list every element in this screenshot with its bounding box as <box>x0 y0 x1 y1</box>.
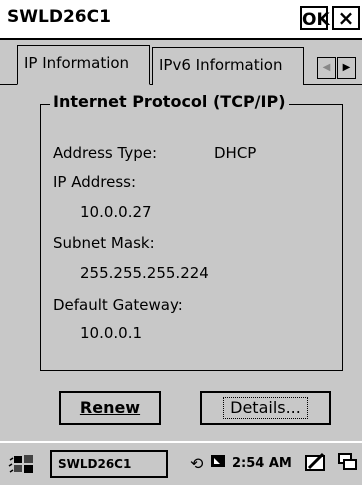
tab-scroll-right-icon[interactable]: ▶ <box>337 57 356 79</box>
address-type-value: DHCP <box>214 144 257 162</box>
sync-icon[interactable]: ⟲ <box>190 452 203 476</box>
default-gateway-value: 10.0.0.1 <box>80 324 143 342</box>
tab-ip-information[interactable]: IP Information <box>17 45 150 85</box>
renew-button-label: Renew <box>79 398 141 417</box>
tab-scroll-left-icon[interactable]: ◀ <box>317 57 336 79</box>
ok-button[interactable]: OK <box>300 6 330 30</box>
subnet-mask-value: 255.255.255.224 <box>80 264 209 282</box>
default-gateway-label: Default Gateway: <box>53 296 183 314</box>
title-bar: SWLD26C1 OK × <box>0 0 362 40</box>
taskbar-app-button[interactable]: SWLD26C1 <box>50 450 168 478</box>
ip-address-value: 10.0.0.27 <box>80 203 152 221</box>
close-button[interactable]: × <box>332 6 360 30</box>
renew-button[interactable]: Renew <box>59 391 161 425</box>
clock: 2:54 AM <box>232 456 292 471</box>
window-title: SWLD26C1 <box>7 7 111 27</box>
ip-address-label: IP Address: <box>53 173 137 191</box>
groupbox-title: Internet Protocol (TCP/IP) <box>50 92 289 111</box>
address-type-label: Address Type: <box>53 144 158 162</box>
windows-flag-icon[interactable] <box>8 452 42 478</box>
tab-ipv6-information[interactable]: IPv6 Information <box>152 47 304 85</box>
input-panel-icon[interactable] <box>305 452 327 479</box>
details-button-label: Details... <box>223 397 308 419</box>
details-button[interactable]: Details... <box>200 391 331 425</box>
connection-icon[interactable] <box>210 452 226 477</box>
desktop-icon[interactable] <box>338 452 358 479</box>
subnet-mask-label: Subnet Mask: <box>53 234 155 252</box>
